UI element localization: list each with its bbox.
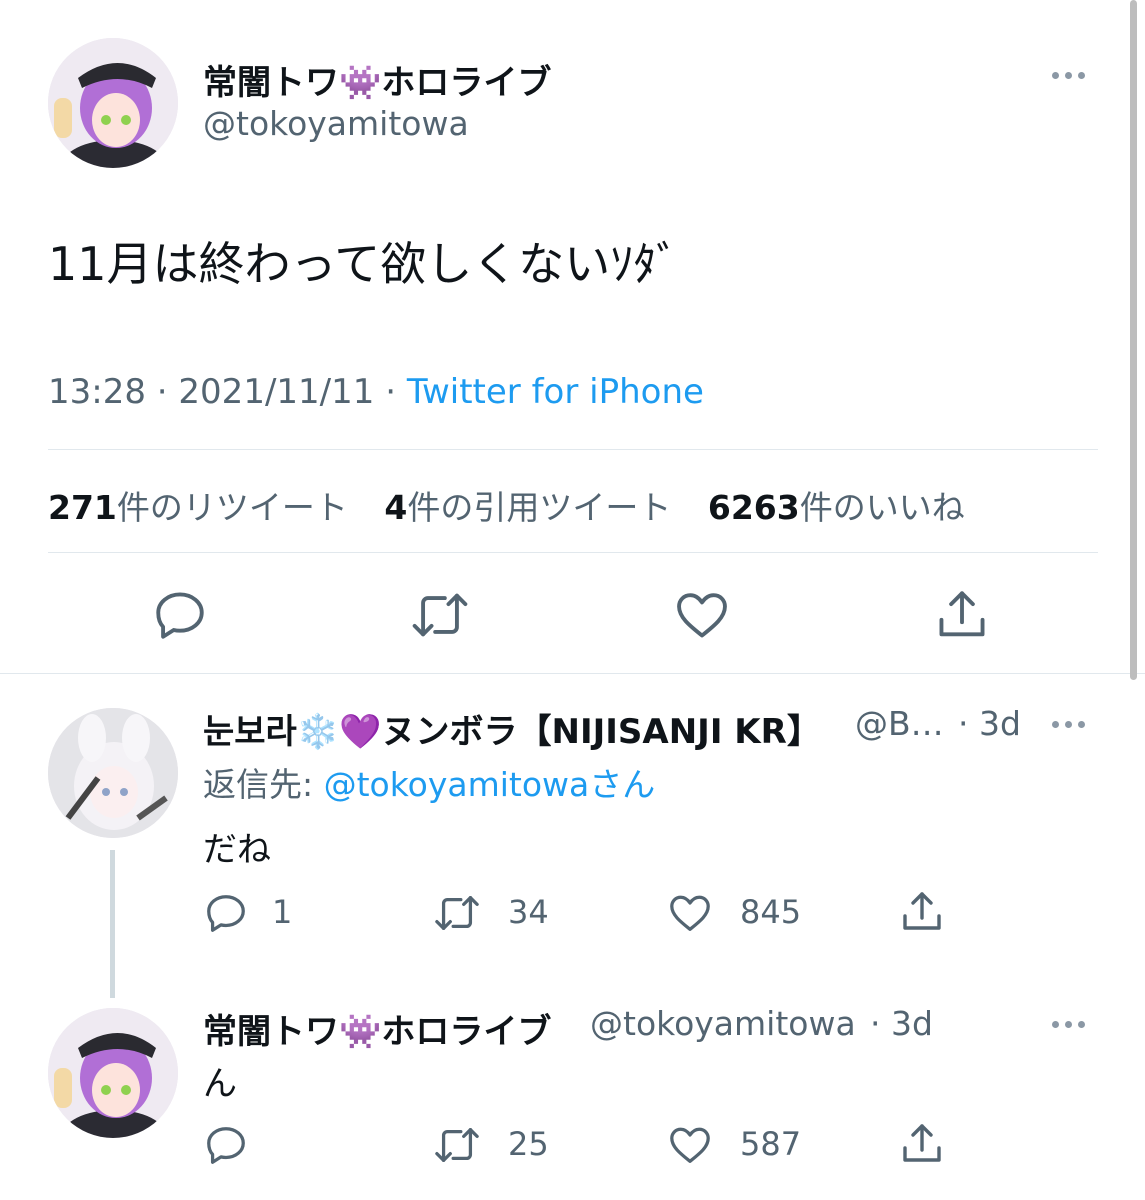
quotes-count: 4 [384,488,408,527]
scrollbar[interactable] [1130,0,1137,680]
reply-icon[interactable] [202,890,250,936]
tweet-meta: 13:28 · 2021/11/11 · Twitter for iPhone [48,372,704,412]
user-handle[interactable]: @tokoyamitowa [590,1004,856,1043]
likes-count: 6263 [707,488,800,527]
retweet-count: 25 [508,1125,549,1163]
retweets-count: 271 [48,488,117,527]
meta-separator: · [385,372,397,412]
like-icon[interactable] [666,1122,714,1168]
meta-separator: · [156,372,168,412]
display-name[interactable]: 常闇トワ👾ホロライブ [203,55,551,104]
thread-line [110,850,115,998]
share-icon[interactable] [898,1120,946,1168]
reply-icon[interactable] [202,1122,250,1168]
tweet-text: だね [203,830,271,870]
display-name[interactable]: 눈보라❄️💜ヌンボラ【NIJISANJI KR】 [203,704,821,753]
tweet-age[interactable]: · 3d [870,1004,933,1043]
reply-icon[interactable] [150,586,210,644]
divider [48,552,1098,553]
share-icon[interactable] [898,888,946,936]
divider [48,449,1098,450]
more-icon[interactable] [1052,72,1085,79]
user-handle[interactable]: @tokoyamitowa [203,104,469,143]
quotes-stat[interactable]: 4件の引用ツイート [384,488,681,527]
reply-to-suffix: さん [589,765,656,804]
avatar[interactable] [48,708,178,838]
retweet-count: 34 [508,893,549,931]
tweet-stats: 271件のリツイート 4件の引用ツイート 6263件のいいね [48,481,965,529]
like-count: 845 [740,893,802,931]
avatar[interactable] [48,38,178,168]
display-name[interactable]: 常闇トワ👾ホロライブ [203,1004,551,1053]
reply-to-prefix: 返信先: [203,765,324,804]
avatar[interactable] [48,1008,178,1138]
retweets-label: 件のリツイート [116,488,348,527]
tweet-age[interactable]: · 3d [958,704,1021,743]
tweet-text: ん [203,1064,237,1104]
reply-to-handle[interactable]: @tokoyamitowa [324,765,590,804]
share-icon[interactable] [932,586,992,644]
reply-to: 返信先: @tokoyamitowaさん [203,758,655,806]
like-icon[interactable] [666,890,714,936]
tweet-text: 11月は終わって欲しくないｿﾀﾞ [48,237,680,291]
likes-stat[interactable]: 6263件のいいね [708,488,965,527]
tweet-source[interactable]: Twitter for iPhone [407,372,704,412]
likes-label: 件のいいね [799,488,965,527]
divider [0,673,1145,674]
retweets-stat[interactable]: 271件のリツイート [48,488,358,527]
more-icon[interactable] [1052,1021,1085,1028]
like-icon[interactable] [672,586,732,644]
tweet-time: 13:28 [48,372,146,412]
user-handle[interactable]: @B… [855,704,944,743]
reply-count: 1 [272,893,293,931]
tweet-date[interactable]: 2021/11/11 [178,372,374,412]
retweet-icon[interactable] [430,1122,484,1168]
quotes-label: 件の引用ツイート [407,488,672,527]
retweet-icon[interactable] [408,586,472,644]
retweet-icon[interactable] [430,890,484,936]
like-count: 587 [740,1125,802,1163]
more-icon[interactable] [1052,721,1085,728]
